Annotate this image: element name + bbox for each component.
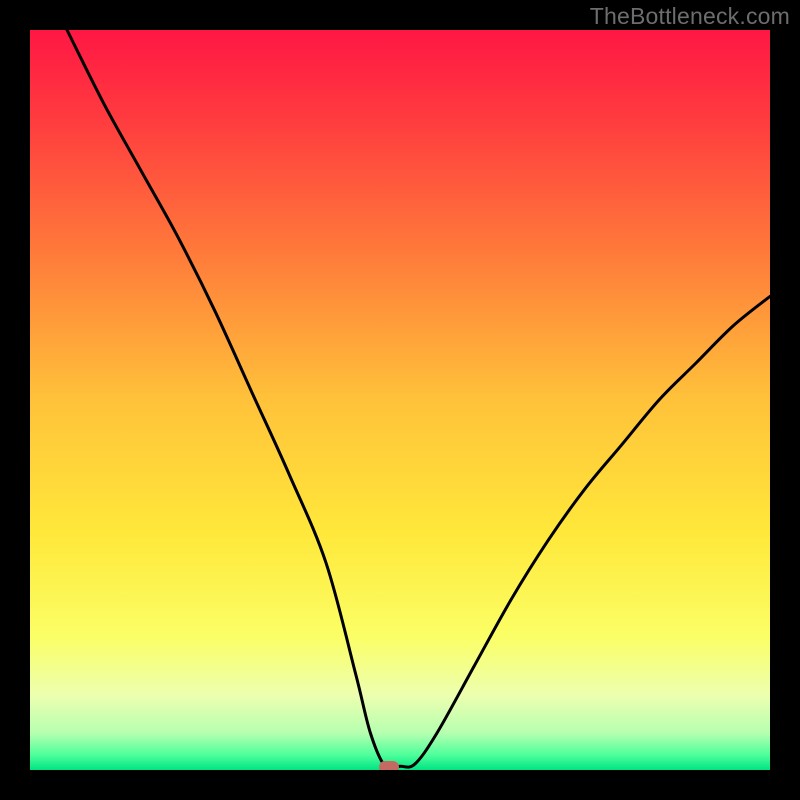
minimum-marker [379,761,399,770]
plot-area [30,30,770,770]
chart-frame: TheBottleneck.com [0,0,800,800]
bottleneck-curve [67,30,770,769]
watermark-text: TheBottleneck.com [590,3,790,30]
curve-svg [30,30,770,770]
